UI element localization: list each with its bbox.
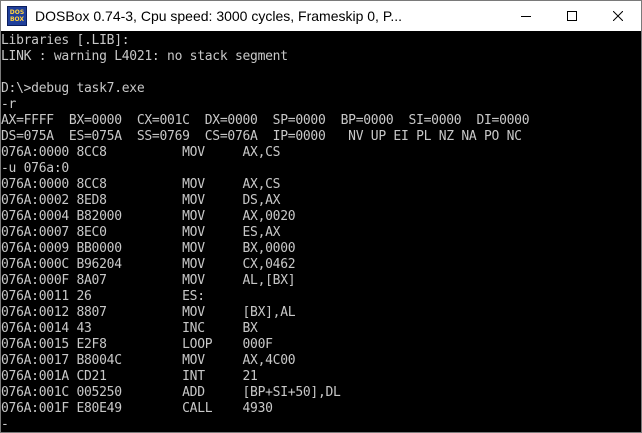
console-line: 076A:0015 E2F8 LOOP 000F — [1, 337, 273, 352]
console-line: 076A:001F E80E49 CALL 4930 — [1, 401, 273, 416]
console-line: 076A:001C 005250 ADD [BP+SI+50],DL — [1, 385, 341, 400]
dos-console[interactable]: Libraries [.LIB]: LINK : warning L4021: n… — [1, 32, 641, 432]
title-bar[interactable]: DOS BOX DOSBox 0.74-3, Cpu speed: 3000 c… — [1, 1, 641, 31]
console-line: 076A:001A CD21 INT 21 — [1, 369, 258, 384]
console-line: -r — [1, 97, 17, 112]
close-icon — [613, 11, 623, 21]
console-line: 076A:0002 8ED8 MOV DS,AX — [1, 193, 281, 208]
console-line: 076A:0011 26 ES: — [1, 289, 205, 304]
console-line: 076A:000F 8A07 MOV AL,[BX] — [1, 273, 296, 288]
minimize-button[interactable] — [503, 1, 549, 31]
dosbox-window: DOS BOX DOSBox 0.74-3, Cpu speed: 3000 c… — [0, 0, 642, 433]
console-line: 076A:000C B96204 MOV CX,0462 — [1, 257, 296, 272]
console-line: 076A:0007 8EC0 MOV ES,AX — [1, 225, 281, 240]
console-line: -u 076a:0 — [1, 161, 69, 176]
console-line: LINK : warning L4021: no stack segment — [1, 49, 288, 64]
dosbox-app-icon[interactable]: DOS BOX — [7, 6, 27, 26]
icon-text-bottom: BOX — [9, 16, 25, 23]
console-line: 076A:0012 8807 MOV [BX],AL — [1, 305, 296, 320]
console-line: DS=075A ES=075A SS=0769 CS=076A IP=0000 … — [1, 129, 522, 144]
console-line: 076A:0000 8CC8 MOV AX,CS — [1, 145, 281, 160]
maximize-icon — [567, 11, 577, 21]
console-line: 076A:0000 8CC8 MOV AX,CS — [1, 177, 281, 192]
window-title: DOSBox 0.74-3, Cpu speed: 3000 cycles, F… — [35, 8, 403, 24]
console-line: Libraries [.LIB]: — [1, 33, 130, 48]
minimize-icon — [521, 16, 531, 17]
console-line: D:\>debug task7.exe — [1, 81, 145, 96]
console-line: AX=FFFF BX=0000 CX=001C DX=0000 SP=0000 … — [1, 113, 530, 128]
console-line: 076A:0017 B8004C MOV AX,4C00 — [1, 353, 296, 368]
close-button[interactable] — [595, 1, 641, 31]
console-line: 076A:0004 B82000 MOV AX,0020 — [1, 209, 296, 224]
console-line: 076A:0009 BB0000 MOV BX,0000 — [1, 241, 296, 256]
icon-text-top: DOS — [9, 9, 25, 16]
window-controls — [503, 1, 641, 31]
maximize-button[interactable] — [549, 1, 595, 31]
console-line: - — [1, 417, 9, 432]
console-line: 076A:0014 43 INC BX — [1, 321, 258, 336]
